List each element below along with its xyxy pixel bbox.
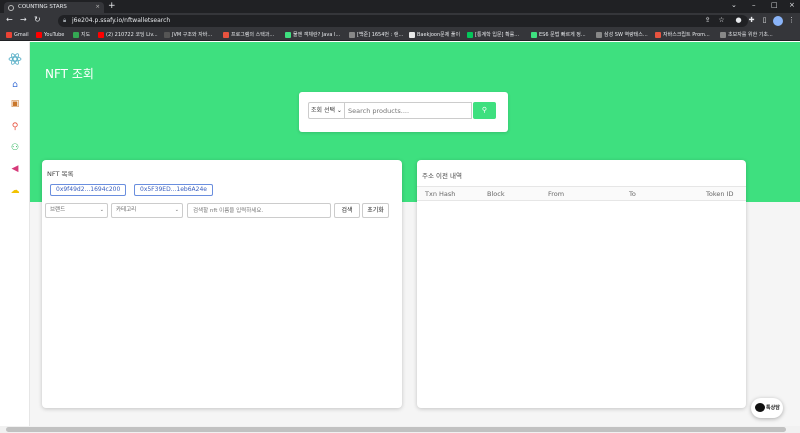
search-type-select[interactable]: 조회 선택 ⌄ [308, 102, 345, 119]
megaphone-icon[interactable]: ◀ [9, 163, 21, 175]
bookmark-item[interactable]: 초보자를 위한 기초... [720, 29, 773, 41]
chevron-down-icon: ⌄ [99, 207, 104, 213]
bookmark-item[interactable]: JVM 구조와 자바... [164, 29, 212, 41]
history-title: 주소 이전 내역 [422, 172, 463, 180]
sidepanel-icon[interactable]: ▯ [760, 16, 769, 25]
wallet-address-chip[interactable]: 0x5F39ED...1eb6A24e [134, 184, 213, 196]
tab-title: COUNTING STARS [18, 4, 67, 10]
column-header: Token ID [706, 190, 734, 198]
brand-select[interactable]: 브랜드 ⌄ [45, 203, 108, 218]
wallet-icon[interactable]: ▣ [9, 98, 21, 110]
address-bar[interactable]: 🔒︎ j6e204.p.ssafy.io/nftwalletsearch [58, 15, 748, 27]
search-button[interactable]: ⚲ [473, 102, 496, 119]
home-icon[interactable]: ⌂ [9, 79, 21, 91]
forward-icon[interactable]: → [20, 15, 27, 24]
chevron-down-icon: ⌄ [174, 207, 179, 213]
scrollbar-thumb[interactable] [6, 427, 786, 432]
minimize-icon[interactable]: – [752, 1, 756, 9]
extension-icon[interactable]: ● [734, 16, 743, 25]
bookmarks-bar: Gmail YouTube 지도 (2) 210722 코딩 Liv... JV… [0, 29, 800, 41]
search-card: 조회 선택 ⌄ ⚲ [299, 92, 508, 132]
people-icon[interactable]: ⚇ [9, 142, 21, 154]
reset-button[interactable]: 초기화 [362, 203, 389, 218]
lock-icon: 🔒︎ [63, 17, 67, 24]
nft-list-card: NFT 목록 0x9f49d2...1694c200 0x5F39ED...1e… [42, 160, 402, 408]
chevron-down-icon: ⌄ [336, 107, 342, 114]
menu-icon[interactable]: ⋮ [787, 16, 796, 25]
bookmark-item[interactable]: [통계학 입문] 확률... [467, 29, 519, 41]
bookmark-item[interactable]: Gmail [6, 29, 29, 41]
search-icon: ⚲ [481, 107, 488, 114]
bookmark-item[interactable]: Baekjoon문제 풀이 [409, 29, 460, 41]
browser-tab[interactable]: COUNTING STARS × [4, 2, 104, 13]
bookmark-item[interactable]: 삼성 SW 역량테스... [596, 29, 648, 41]
transfer-history-card: 주소 이전 내역 Txn Hash Block From To Token ID [417, 160, 746, 408]
horizontal-scrollbar[interactable] [0, 426, 800, 433]
search-input[interactable] [345, 102, 472, 119]
page-title: NFT 조회 [45, 67, 94, 81]
wallet-address-chip[interactable]: 0x9f49d2...1694c200 [50, 184, 127, 196]
puzzle-icon[interactable]: ✚ [747, 16, 756, 25]
app-root: ⌂ ▣ ⚲ ⚇ ◀ ☁ NFT 조회 조회 선택 ⌄ ⚲ NFT 목록 0x9f… [0, 42, 800, 426]
cloud-icon[interactable]: ☁ [9, 185, 21, 197]
bookmark-star-icon[interactable]: ☆ [717, 16, 726, 25]
url-text: j6e204.p.ssafy.io/nftwalletsearch [72, 17, 171, 24]
browser-toolbar: ← → ↻ 🔒︎ j6e204.p.ssafy.io/nftwalletsear… [0, 13, 800, 29]
reload-icon[interactable]: ↻ [34, 15, 41, 24]
bookmark-item[interactable]: 자바스크립트 Prom... [655, 29, 710, 41]
category-select[interactable]: 카테고리 ⌄ [111, 203, 183, 218]
bookmark-item[interactable]: 물엔 객체란? Java I... [285, 29, 340, 41]
share-icon[interactable]: ⇪ [703, 16, 712, 25]
bookmark-item[interactable]: 지도 [73, 29, 90, 41]
column-header: To [629, 190, 636, 198]
maximize-icon[interactable]: □ [771, 1, 778, 9]
close-tab-icon[interactable]: × [95, 2, 100, 13]
tab-favicon-icon [8, 5, 14, 11]
bookmark-item[interactable]: [백준] 1654번 : 랜... [349, 29, 403, 41]
browser-tab-bar: COUNTING STARS × + ⌄ – □ × [0, 0, 800, 13]
tab-search-icon[interactable]: ⌄ [731, 1, 737, 9]
support-label: 톡상담 [766, 405, 780, 411]
close-window-icon[interactable]: × [789, 1, 795, 9]
column-header: From [548, 190, 565, 198]
chat-support-button[interactable]: 톡상담 [751, 398, 783, 418]
column-header: Txn Hash [425, 190, 456, 198]
bookmark-item[interactable]: ES6 문법 빠르게 정... [531, 29, 586, 41]
back-icon[interactable]: ← [6, 15, 13, 24]
nft-list-title: NFT 목록 [47, 170, 74, 178]
search-icon[interactable]: ⚲ [9, 121, 21, 133]
bookmark-item[interactable]: (2) 210722 코딩 Liv... [98, 29, 158, 41]
new-tab-button[interactable]: + [108, 1, 116, 11]
logo-icon[interactable] [8, 52, 22, 66]
bookmark-item[interactable]: YouTube [36, 29, 64, 41]
column-header: Block [487, 190, 505, 198]
history-table-header: Txn Hash Block From To Token ID [417, 186, 746, 201]
bookmark-item[interactable]: 프로그램의 스택과... [223, 29, 274, 41]
nft-name-input[interactable] [187, 203, 331, 218]
profile-avatar[interactable] [773, 16, 783, 26]
chat-bubble-icon [755, 403, 765, 412]
search-button[interactable]: 검색 [334, 203, 360, 218]
sidebar: ⌂ ▣ ⚲ ⚇ ◀ ☁ [0, 42, 30, 426]
